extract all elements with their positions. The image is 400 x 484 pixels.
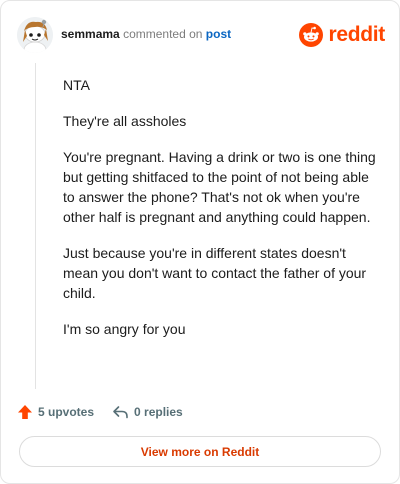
comment-body: NTA They're all assholes You're pregnant… [63, 75, 381, 355]
view-more-label: View more on Reddit [140, 444, 260, 459]
post-link[interactable]: post [206, 27, 231, 41]
comment-paragraph: They're all assholes [63, 113, 187, 129]
author-name[interactable]: semmama [61, 27, 120, 41]
reddit-wordmark: reddit [328, 23, 385, 46]
comment-header: semmama commented on post reddit [17, 17, 385, 53]
reddit-brand[interactable]: reddit [299, 21, 385, 49]
upvote-button[interactable]: 5 upvotes [17, 404, 94, 420]
user-avatar[interactable] [17, 17, 53, 53]
comment-embed-card: semmama commented on post reddit NTA The… [0, 0, 400, 484]
comment-actions: 5 upvotes 0 replies [17, 401, 201, 423]
reddit-logo-icon [299, 23, 324, 47]
reply-count: 0 replies [134, 405, 183, 419]
comment-paragraph: NTA [63, 77, 90, 93]
snoo-avatar-icon [17, 17, 53, 53]
upvote-arrow-icon [18, 405, 32, 419]
reply-button[interactable]: 0 replies [112, 404, 183, 420]
thread-line [35, 63, 36, 389]
comment-paragraph: You're pregnant. Having a drink or two i… [63, 149, 376, 225]
reply-arrow-icon [113, 406, 128, 419]
comment-paragraph: Just because you're in different states … [63, 245, 367, 301]
view-more-button[interactable]: View more on Reddit [19, 436, 381, 467]
author-line: semmama commented on post [61, 26, 231, 42]
comment-paragraph: I'm so angry for you [63, 321, 186, 337]
action-text: commented on [123, 27, 203, 41]
upvote-count: 5 upvotes [38, 405, 95, 419]
